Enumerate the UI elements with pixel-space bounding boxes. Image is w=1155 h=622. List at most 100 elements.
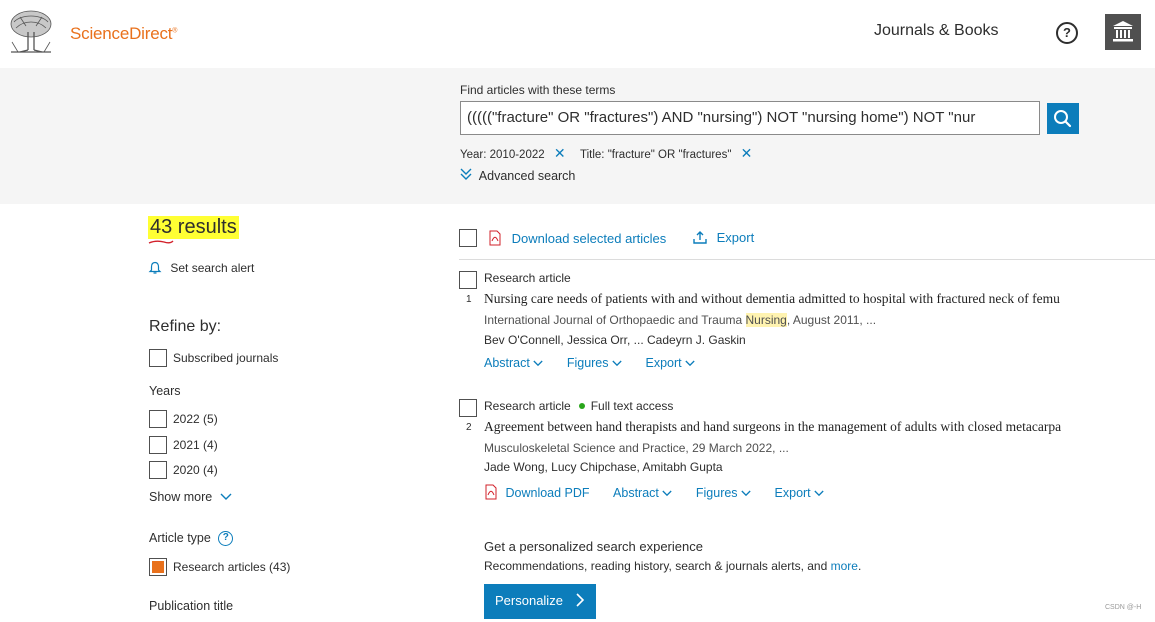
source-text: , August 2011, ... [786, 313, 877, 327]
result-source: Musculoskeletal Science and Practice, 29… [484, 441, 789, 455]
set-search-alert[interactable]: Set search alert [148, 260, 254, 275]
personalize-description: Recommendations, reading history, search… [484, 559, 861, 573]
select-all-checkbox[interactable] [459, 229, 477, 247]
result-checkbox[interactable] [459, 399, 477, 417]
pdf-icon [488, 230, 506, 246]
export-toggle[interactable]: Export [645, 356, 695, 370]
export-label: Export [645, 356, 682, 370]
research-articles-filter[interactable]: Research articles (43) [149, 558, 290, 576]
year-filter-2021[interactable]: 2021 (4) [149, 436, 218, 454]
year-filter-2020[interactable]: 2020 (4) [149, 461, 218, 479]
chip-value: 2010-2022 [489, 149, 545, 161]
search-panel: Find articles with these terms ((((("fra… [0, 68, 1155, 204]
search-icon [1054, 110, 1072, 128]
chip-label: Year: [460, 149, 487, 161]
checkbox[interactable] [149, 436, 167, 454]
result-authors: Bev O'Connell, Jessica Orr, ... Cadeyrn … [484, 333, 746, 347]
chevron-down-icon [662, 490, 673, 497]
red-underline-annotation [148, 240, 174, 244]
export-button[interactable]: Export [693, 230, 754, 245]
article-type-row: Research article Full text access [484, 399, 673, 413]
title-filter-chip: Title: "fracture" OR "fractures" ✕ [580, 145, 752, 162]
export-label: Export [716, 230, 755, 245]
search-button[interactable] [1047, 103, 1079, 134]
chevron-right-icon [575, 593, 584, 607]
access-dot-icon [578, 403, 585, 410]
show-more-years[interactable]: Show more [149, 490, 232, 504]
toolbar-divider [459, 259, 1155, 260]
years-heading: Years [149, 384, 181, 398]
double-chevron-down-icon [460, 168, 476, 183]
checkbox[interactable] [149, 410, 167, 428]
download-selected-button[interactable]: Download selected articles [488, 230, 666, 246]
checkbox[interactable] [149, 461, 167, 479]
checked-checkbox[interactable] [149, 558, 167, 576]
refine-by-heading: Refine by: [149, 318, 222, 335]
chevron-down-icon [685, 360, 695, 367]
article-type-heading: Article type ? [149, 531, 234, 547]
chevron-down-icon [612, 360, 622, 367]
result-actions: Abstract Figures Export [484, 356, 715, 370]
source-text: International Journal of Orthopaedic and… [484, 313, 746, 327]
brand-name: ScienceDirect [70, 24, 173, 43]
personalize-button[interactable]: Personalize [484, 584, 596, 619]
find-articles-label: Find articles with these terms [460, 83, 616, 97]
watermark: CSDN @-H [1105, 604, 1142, 611]
remove-year-filter-icon[interactable]: ✕ [554, 145, 566, 161]
result-actions: Download PDF Abstract Figures Export [484, 484, 844, 500]
abstract-toggle[interactable]: Abstract [613, 486, 673, 500]
download-pdf-label: Download PDF [505, 486, 590, 500]
institution-icon[interactable] [1105, 14, 1141, 50]
personalize-label: Personalize [495, 593, 563, 608]
personalize-period: . [857, 559, 862, 573]
elsevier-tree-logo[interactable] [6, 8, 56, 54]
download-selected-label: Download selected articles [511, 231, 667, 246]
source-highlight: Nursing [745, 313, 787, 327]
article-type-label: Research article [484, 271, 571, 285]
chevron-down-icon [220, 493, 232, 500]
chip-value: "fracture" OR "fractures" [607, 149, 732, 161]
help-icon[interactable]: ? [1056, 22, 1078, 44]
filter-label: Subscribed journals [173, 351, 279, 365]
export-toggle[interactable]: Export [775, 486, 825, 500]
help-question-icon[interactable]: ? [218, 531, 234, 547]
set-search-alert-label: Set search alert [170, 260, 255, 275]
remove-title-filter-icon[interactable]: ✕ [741, 145, 753, 161]
download-pdf-link[interactable]: Download PDF [484, 484, 593, 500]
chevron-down-icon [814, 490, 824, 497]
year-filter-2022[interactable]: 2022 (5) [149, 410, 218, 428]
result-title-link[interactable]: Nursing care needs of patients with and … [484, 291, 1060, 307]
access-label: Full text access [590, 399, 674, 413]
filter-label: 2022 (5) [173, 412, 218, 426]
search-query-input[interactable]: ((((("fracture" OR "fractures") AND "nur… [460, 101, 1040, 135]
subscribed-journals-filter[interactable]: Subscribed journals [149, 349, 278, 367]
result-checkbox[interactable] [459, 271, 477, 289]
year-filter-chip: Year: 2010-2022 ✕ [460, 145, 566, 162]
export-icon [693, 230, 711, 245]
filter-label: 2021 (4) [173, 438, 218, 452]
article-type-label: Article type [149, 531, 211, 545]
export-label: Export [774, 486, 811, 500]
result-source: International Journal of Orthopaedic and… [484, 313, 876, 327]
abstract-label: Abstract [613, 486, 659, 500]
figures-toggle[interactable]: Figures [567, 356, 622, 370]
chip-label: Title: [580, 149, 605, 161]
bell-icon [148, 260, 165, 274]
result-number: 2 [466, 422, 472, 433]
journals-books-link[interactable]: Journals & Books [874, 22, 999, 40]
figures-toggle[interactable]: Figures [696, 486, 751, 500]
filter-label: Research articles (43) [173, 560, 291, 574]
results-count: 43 results [148, 216, 239, 239]
brand-mark: ® [172, 27, 178, 35]
more-link[interactable]: more [831, 559, 858, 573]
chevron-down-icon [741, 490, 751, 497]
abstract-toggle[interactable]: Abstract [484, 356, 543, 370]
pdf-icon [485, 484, 497, 500]
checkbox[interactable] [149, 349, 167, 367]
article-type-label: Research article [484, 399, 571, 413]
result-title-link[interactable]: Agreement between hand therapists and ha… [484, 419, 1061, 435]
result-authors: Jade Wong, Lucy Chipchase, Amitabh Gupta [484, 460, 723, 474]
advanced-search-toggle[interactable]: Advanced search [460, 168, 575, 183]
show-more-label: Show more [149, 490, 213, 504]
sciencedirect-logo[interactable]: ScienceDirect® [70, 24, 177, 44]
